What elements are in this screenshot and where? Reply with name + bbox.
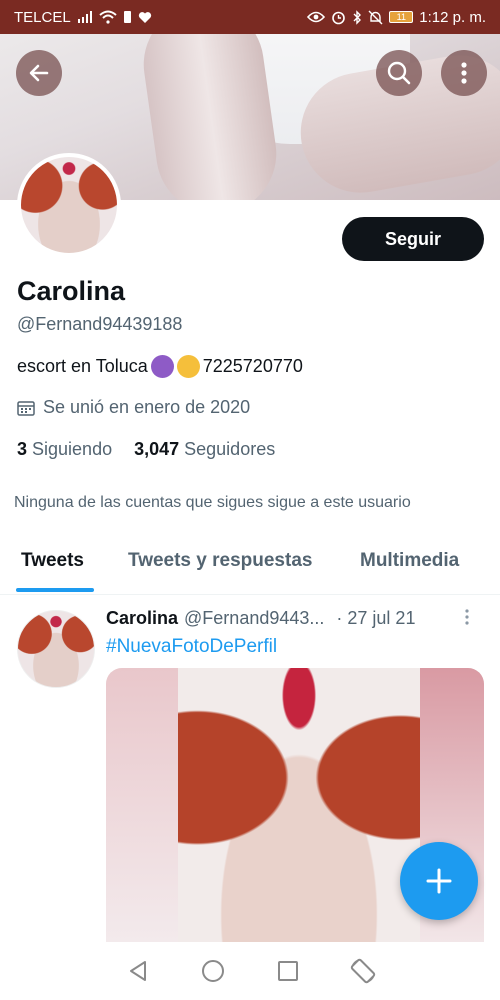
- triangle-back-icon: [129, 961, 146, 981]
- tweet-more-button[interactable]: [464, 608, 480, 628]
- wifi-icon: [99, 10, 117, 24]
- bio-phone: 7225720770: [202, 356, 303, 376]
- banner-image-part: [135, 34, 285, 200]
- calendar-icon: [17, 400, 35, 416]
- profile-tabs: Tweets Tweets y respuestas Multimedia: [0, 538, 500, 595]
- follow-button[interactable]: Seguir: [342, 217, 484, 261]
- heart-icon: [138, 11, 151, 23]
- eye-icon: [307, 11, 326, 23]
- nav-recents-button[interactable]: [273, 956, 303, 986]
- tweet-header: Carolina @Fernand9443... · 27 jul 21: [106, 608, 486, 629]
- followers-label: Seguidores: [184, 439, 276, 459]
- active-tab-indicator: [16, 588, 94, 592]
- alarm-icon: [332, 11, 346, 24]
- search-icon: [387, 61, 411, 85]
- circle-home-icon: [201, 960, 224, 982]
- tweet-image-part: [178, 668, 420, 942]
- rotate-icon: [350, 958, 375, 984]
- tab-tweets-and-replies[interactable]: Tweets y respuestas: [128, 550, 312, 572]
- tab-tweets[interactable]: Tweets: [21, 550, 84, 572]
- signal-icon: [77, 11, 92, 23]
- display-name: Carolina: [17, 276, 126, 306]
- followers-link[interactable]: 3,047 Seguidores: [134, 439, 275, 460]
- devil-emoji-icon: [150, 355, 174, 378]
- followers-count: 3,047: [134, 439, 180, 459]
- following-label: Siguiendo: [32, 439, 113, 459]
- battery-icon: 11: [389, 11, 414, 23]
- follow-stats: 3 Siguiendo 3,047 Seguidores: [17, 439, 275, 460]
- status-right: 11 1:12 p. m.: [307, 9, 486, 26]
- more-options-button[interactable]: [441, 50, 487, 96]
- profile-avatar[interactable]: [17, 153, 121, 257]
- tweet-author-name[interactable]: Carolina: [106, 608, 178, 629]
- clock-time: 1:12 p. m.: [419, 8, 486, 26]
- smile-emoji-icon: [176, 355, 200, 378]
- nav-home-button[interactable]: [198, 956, 228, 986]
- join-date: Se unió en enero de 2020: [17, 397, 250, 418]
- status-bar: TELCEL 11 1:12 p. m.: [0, 0, 500, 34]
- following-link[interactable]: 3 Siguiendo: [17, 439, 112, 460]
- tweet-hashtag[interactable]: #NuevaFotoDePerfil: [106, 636, 277, 658]
- join-date-text: Se unió en enero de 2020: [43, 397, 251, 417]
- tab-media[interactable]: Multimedia: [360, 550, 459, 572]
- plus-icon: [426, 868, 452, 894]
- tweet-avatar[interactable]: [17, 610, 95, 688]
- following-count: 3: [17, 439, 28, 459]
- more-vertical-icon: [465, 609, 469, 625]
- mutual-followers-note: Ninguna de las cuentas que sigues sigue …: [14, 494, 411, 511]
- search-button[interactable]: [376, 50, 422, 96]
- tweet-author-handle: @Fernand9443...: [184, 608, 325, 628]
- tweet-image-part: [106, 668, 178, 942]
- nav-back-button[interactable]: [123, 956, 153, 986]
- arrow-left-icon: [29, 64, 49, 82]
- profile-bio: escort en Toluca 7225720770: [17, 355, 303, 378]
- mute-icon: [368, 10, 383, 24]
- more-vertical-icon: [461, 62, 467, 84]
- rotate-screen-button[interactable]: [348, 956, 378, 986]
- status-left: TELCEL: [14, 9, 152, 26]
- system-nav-bar: [0, 942, 500, 1000]
- notification-icon: [123, 11, 131, 23]
- back-button[interactable]: [16, 50, 62, 96]
- user-handle: @Fernand94439188: [17, 314, 183, 334]
- carrier-name: TELCEL: [14, 8, 71, 26]
- square-recents-icon: [277, 961, 298, 981]
- tweet-date[interactable]: · 27 jul 21: [336, 608, 415, 629]
- bio-text: escort en Toluca: [17, 356, 148, 376]
- bluetooth-icon: [353, 9, 362, 25]
- compose-tweet-button[interactable]: [400, 842, 478, 920]
